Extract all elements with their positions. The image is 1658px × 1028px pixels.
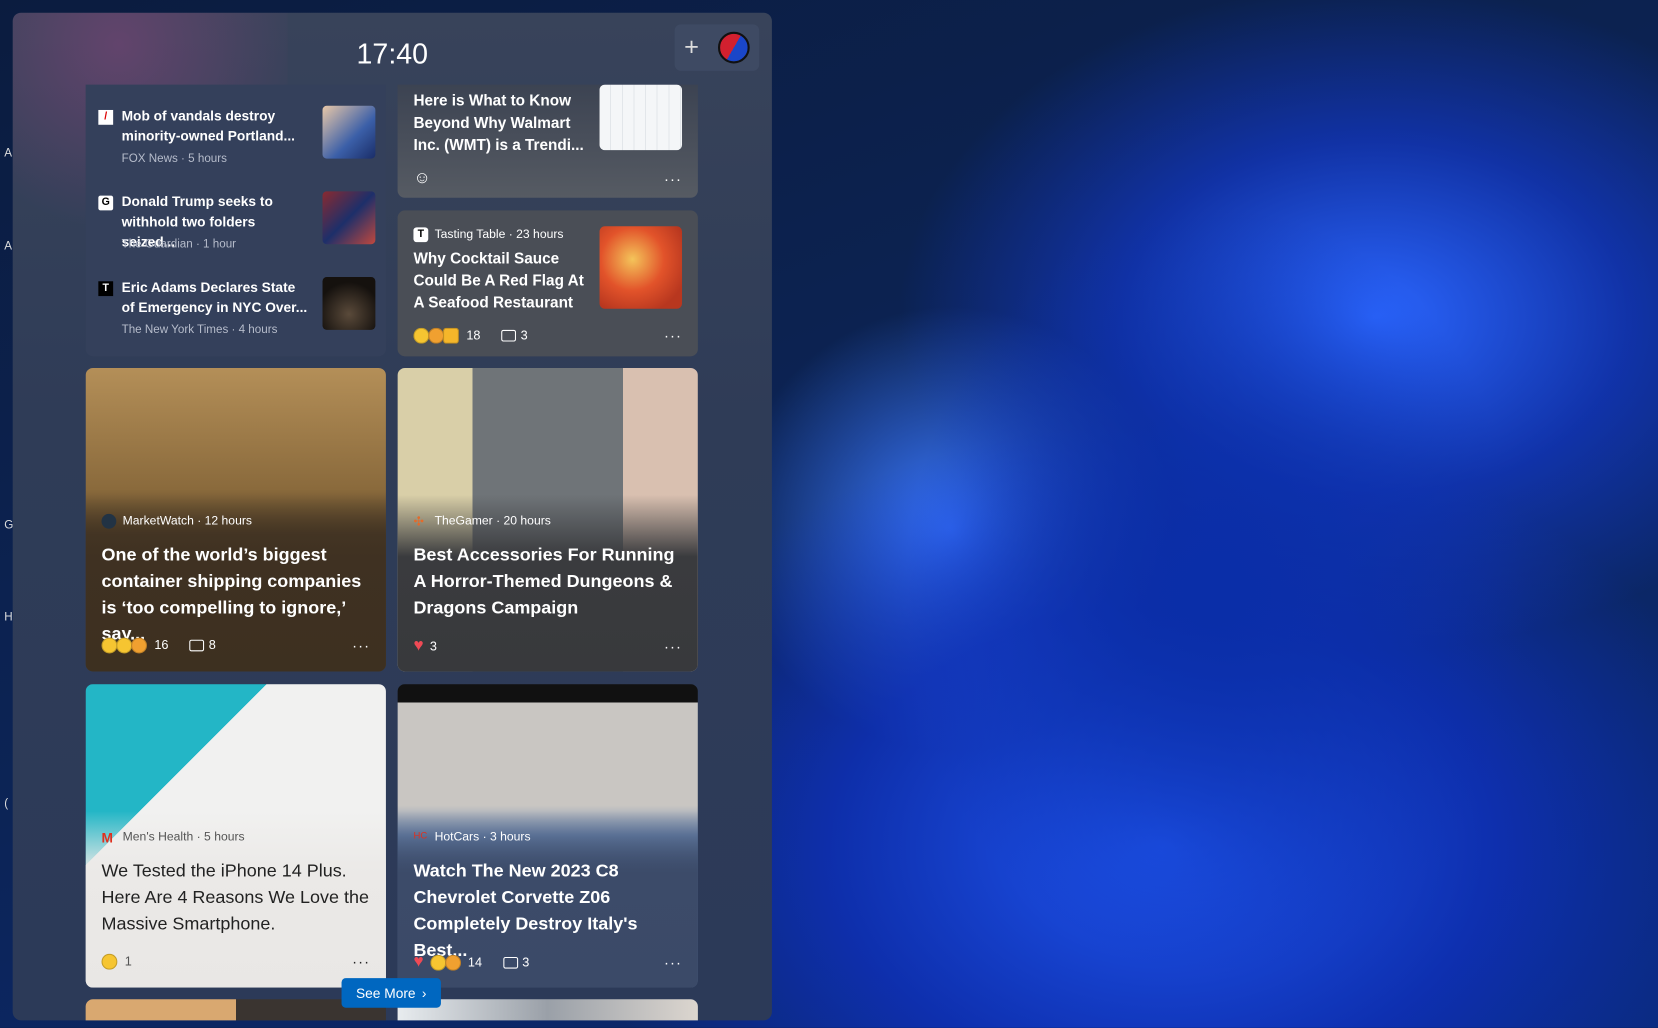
card-footer: 16 8 ··· — [101, 637, 371, 654]
news-card[interactable]: MarketWatch · 12 hours One of the world’… — [85, 367, 386, 672]
thumbs-up-icon — [443, 327, 459, 344]
laughing-emoji-icon — [101, 953, 118, 970]
story-thumbnail — [322, 105, 376, 159]
reaction-count: 14 — [467, 954, 483, 970]
story-thumbnail — [322, 191, 376, 245]
more-options-button[interactable]: ··· — [352, 637, 370, 654]
card-footer: 1 ··· — [101, 953, 371, 970]
stock-chart-thumbnail — [599, 84, 683, 151]
header-actions: + — [674, 24, 760, 71]
nyt-logo-icon: T — [98, 281, 114, 297]
angry-emoji-icon — [444, 954, 461, 971]
surprised-emoji-icon — [116, 637, 133, 653]
clock: 17:40 — [356, 38, 429, 70]
news-card[interactable]: M Men's Health · 5 hours We Tested the iP… — [85, 684, 386, 988]
card-footer: ♥ 14 3 ··· — [413, 953, 682, 972]
story-meta: The New York Times · 4 hours — [121, 323, 278, 337]
heart-icon: ♥ — [413, 636, 424, 655]
news-card[interactable]: HC HotCars · 3 hours Watch The New 2023 C… — [397, 684, 698, 988]
source-label: MarketWatch · 12 hours — [122, 514, 252, 528]
source-label: Men's Health · 5 hours — [122, 831, 245, 844]
angry-emoji-icon — [428, 327, 445, 344]
surprised-emoji-icon — [413, 327, 430, 344]
card-thumbnail — [599, 226, 683, 309]
card-source: ✣ TheGamer · 20 hours — [413, 514, 550, 529]
card-source: HC HotCars · 3 hours — [413, 830, 530, 845]
news-card[interactable]: ✣ TheGamer · 20 hours Best Accessories Fo… — [397, 367, 698, 672]
chevron-right-icon: › — [421, 984, 427, 1001]
story-title[interactable]: Eric Adams Declares State of Emergency i… — [122, 277, 312, 317]
comments-button[interactable]: 8 — [189, 637, 216, 653]
card-title[interactable]: Best Accessories For Running A Horror-Th… — [413, 541, 688, 620]
surprised-emoji-icon — [429, 954, 446, 971]
thegamer-logo-icon: ✣ — [413, 513, 425, 529]
news-card[interactable]: T Tasting Table · 23 hours Why Cocktail … — [397, 210, 698, 357]
widgets-panel: 17:40 + / Mob of vandals destroy minorit… — [12, 12, 772, 1021]
card-title[interactable]: We Tested the iPhone 14 Plus. Here Are 4… — [102, 858, 377, 937]
more-options-button[interactable]: ··· — [664, 954, 682, 971]
comment-count: 3 — [522, 954, 530, 970]
card-source: MarketWatch · 12 hours — [101, 513, 252, 529]
fox-news-logo-icon: / — [98, 109, 114, 125]
comment-icon — [503, 956, 518, 969]
desktop: A A G H ( 17:40 + / Mob of vandals destr… — [0, 0, 1658, 1028]
card-source: T Tasting Table · 23 hours — [413, 227, 564, 243]
story-title[interactable]: Mob of vandals destroy minority-owned Po… — [122, 106, 312, 146]
marketwatch-logo-icon — [101, 513, 117, 529]
reaction-count: 1 — [124, 953, 132, 969]
comment-count: 3 — [520, 327, 528, 343]
card-title[interactable]: Here is What to Know Beyond Why Walmart … — [413, 91, 587, 158]
comment-icon — [501, 329, 517, 342]
guardian-logo-icon: G — [98, 195, 114, 211]
edge-label: A — [4, 146, 12, 160]
more-options-button[interactable]: ··· — [664, 327, 682, 344]
card-title[interactable]: One of the world’s biggest container shi… — [102, 541, 377, 647]
see-more-button[interactable]: See More › — [341, 978, 441, 1008]
card-title[interactable]: Watch The New 2023 C8 Chevrolet Corvette… — [413, 858, 688, 964]
news-card[interactable]: Here is What to Know Beyond Why Walmart … — [397, 84, 698, 198]
edge-label: H — [4, 611, 13, 624]
comments-button[interactable]: 3 — [501, 327, 528, 343]
story-meta: The Guardian · 1 hour — [121, 237, 237, 251]
source-label: TheGamer · 20 hours — [434, 514, 551, 528]
more-options-button[interactable]: ··· — [664, 170, 682, 187]
add-reaction-icon[interactable]: ☺ — [413, 169, 430, 188]
edge-label: A — [4, 240, 12, 253]
comment-count: 8 — [208, 637, 216, 653]
add-widget-button[interactable]: + — [684, 33, 699, 63]
more-options-button[interactable]: ··· — [352, 953, 370, 970]
story-thumbnail — [322, 277, 376, 330]
reaction-count: 3 — [429, 638, 437, 654]
top-stories-card: / Mob of vandals destroy minority-owned … — [85, 84, 386, 357]
tasting-table-logo-icon: T — [413, 227, 429, 243]
comment-icon — [189, 639, 205, 651]
card-footer: 18 3 ··· — [413, 327, 682, 344]
comments-button[interactable]: 3 — [503, 955, 529, 970]
laughing-emoji-icon — [101, 637, 118, 653]
more-options-button[interactable]: ··· — [664, 638, 682, 655]
reaction-count: 16 — [154, 637, 169, 653]
reaction-count: 18 — [466, 327, 481, 343]
card-footer: ☺ ··· — [413, 169, 682, 188]
news-card-partial[interactable] — [397, 999, 698, 1021]
card-footer: ♥ 3 ··· — [413, 637, 682, 656]
heart-icon: ♥ — [413, 952, 424, 971]
source-label: HotCars · 3 hours — [434, 831, 531, 844]
story-meta: FOX News · 5 hours — [121, 152, 227, 165]
card-source: M Men's Health · 5 hours — [101, 830, 245, 846]
card-title[interactable]: Why Cocktail Sauce Could Be A Red Flag A… — [413, 248, 587, 315]
user-avatar[interactable] — [717, 31, 750, 64]
edge-label: ( — [4, 797, 9, 810]
source-label: Tasting Table · 23 hours — [434, 228, 564, 242]
hotcars-logo-icon: HC — [413, 830, 428, 841]
mens-health-logo-icon: M — [101, 830, 113, 846]
angry-emoji-icon — [131, 637, 147, 653]
see-more-label: See More — [355, 984, 416, 1001]
